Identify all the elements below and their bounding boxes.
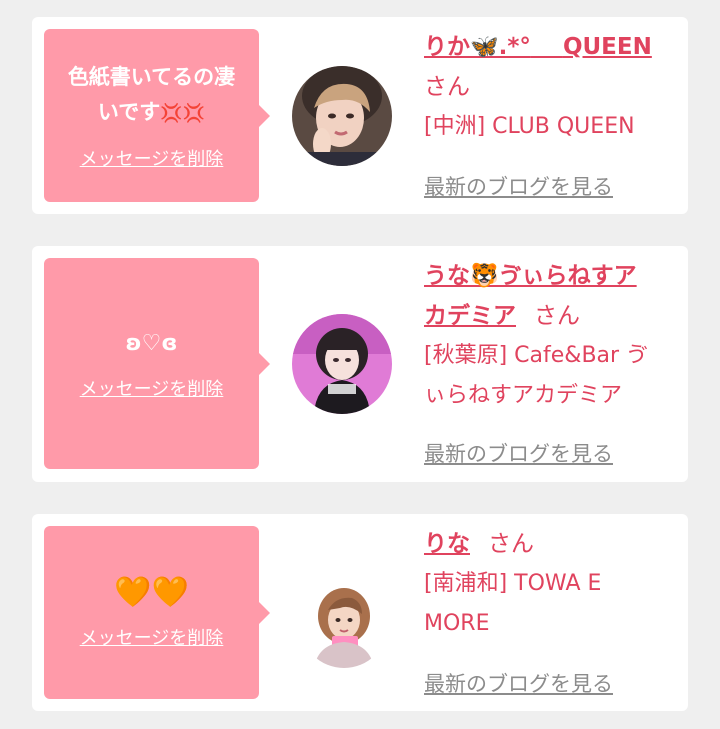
shop-line: [秋葉原] Cafe&Bar ゔ — [424, 343, 649, 368]
cast-name-link[interactable]: りな — [424, 531, 470, 557]
cast-name-line: うな🐯ゔぃらねすア — [424, 256, 664, 296]
cast-name: りか🦋.*° — [424, 34, 531, 60]
latest-blog-link[interactable]: 最新のブログを見る — [424, 438, 613, 468]
message-bubble: 🧡🧡 メッセージを削除 — [44, 526, 270, 699]
message-text: 色紙書いてるの凄 いです💢💢 — [68, 60, 235, 131]
message-card: 🧡🧡 メッセージを削除 りな さん [南浦和] TOWA E MORE 最新のブロ… — [32, 514, 688, 711]
cast-info: うな🐯ゔぃらねすア カデミア さん [秋葉原] Cafe&Bar ゔ ぃらねすアカ… — [424, 256, 664, 476]
cast-name-link[interactable]: カデミア — [424, 303, 516, 329]
shop-line: ぃらねすアカデミア — [424, 383, 623, 408]
message-card: 色紙書いてるの凄 いです💢💢 メッセージを削除 りか🦋.*° QUEEN さん … — [32, 17, 688, 214]
cast-name: QUEEN — [562, 34, 652, 60]
shop-line: [南浦和] TOWA E — [424, 571, 602, 596]
latest-blog-link[interactable]: 最新のブログを見る — [424, 171, 613, 201]
shop-name: [南浦和] TOWA E MORE — [424, 564, 664, 644]
message-text: ʚ♡ɞ — [125, 331, 178, 356]
message-bubble: 色紙書いてるの凄 いです💢💢 メッセージを削除 — [44, 29, 270, 202]
cast-name-line: りか🦋.*° QUEEN — [424, 27, 664, 67]
message-line: いです — [97, 100, 161, 124]
honorific: さん — [534, 303, 580, 329]
shop-line: MORE — [424, 611, 490, 636]
cast-info: りか🦋.*° QUEEN さん [中洲] CLUB QUEEN 最新のブログを見… — [424, 27, 664, 207]
avatar[interactable] — [292, 314, 392, 414]
anger-emoji-icon: 💢💢 — [160, 103, 206, 124]
cast-name-line: カデミア さん — [424, 296, 664, 336]
cast-name-link[interactable]: りか🦋.*° QUEEN — [424, 34, 652, 60]
delete-message-link[interactable]: メッセージを削除 — [80, 145, 224, 171]
message-line: 色紙書いてるの凄 — [67, 65, 236, 89]
cast-name-line: りな さん — [424, 524, 664, 564]
message-card: ʚ♡ɞ メッセージを削除 うな🐯ゔぃらねすア カデミア さん [秋葉原] Cafe… — [32, 246, 688, 482]
cast-name-link[interactable]: うな🐯ゔぃらねすア — [424, 263, 637, 289]
message-bubble: ʚ♡ɞ メッセージを削除 — [44, 258, 270, 469]
shop-name: [秋葉原] Cafe&Bar ゔ ぃらねすアカデミア — [424, 336, 664, 416]
avatar[interactable] — [300, 580, 388, 668]
delete-message-link[interactable]: メッセージを削除 — [80, 375, 224, 401]
cast-info: りな さん [南浦和] TOWA E MORE 最新のブログを見る — [424, 524, 664, 704]
shop-name: [中洲] CLUB QUEEN — [424, 114, 635, 139]
orange-heart-icon: 🧡🧡 — [114, 574, 189, 610]
delete-message-link[interactable]: メッセージを削除 — [80, 624, 224, 650]
avatar[interactable] — [292, 66, 392, 166]
latest-blog-link[interactable]: 最新のブログを見る — [424, 668, 613, 698]
honorific: さん — [424, 74, 470, 100]
honorific: さん — [488, 531, 534, 557]
